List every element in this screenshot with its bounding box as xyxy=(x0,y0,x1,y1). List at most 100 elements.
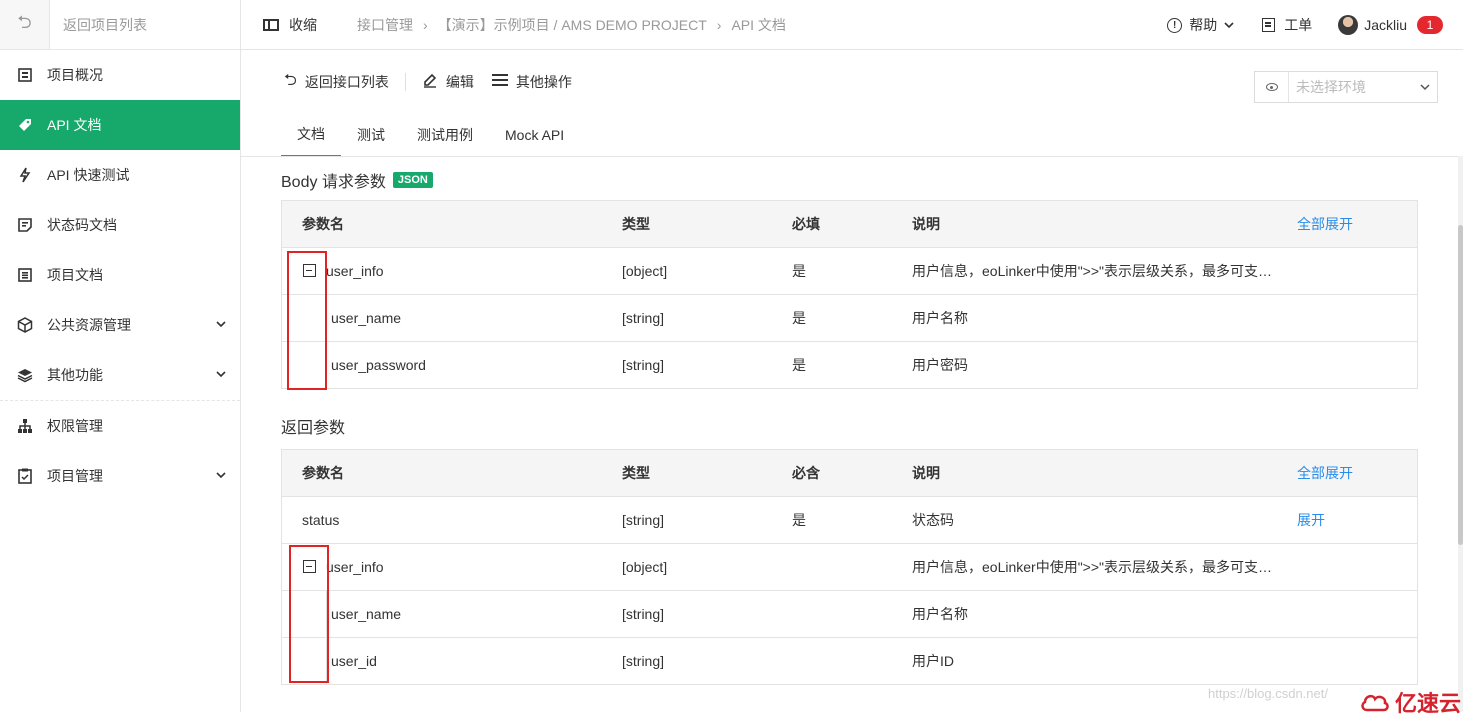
back-to-projects[interactable]: ⮌ 返回项目列表 xyxy=(0,0,240,50)
sidebar-item-overview[interactable]: 项目概况 xyxy=(0,50,240,100)
sidebar-item-project-management[interactable]: 项目管理 xyxy=(0,451,240,501)
table-header: 参数名 类型 必含 说明 全部展开 xyxy=(282,450,1417,496)
edit-button[interactable]: 编辑 xyxy=(422,72,474,93)
header-required: 必含 xyxy=(792,465,820,481)
sidebar-item-label: API 文档 xyxy=(47,117,102,133)
menu-icon xyxy=(491,73,508,92)
annotation-highlight-box xyxy=(287,251,327,390)
top-right-menu: ! 帮助 工单 Jackliu 1 xyxy=(1167,0,1463,50)
sidebar-item-other-features[interactable]: 其他功能 xyxy=(0,350,240,400)
header-name: 参数名 xyxy=(302,216,344,232)
chevron-down-icon xyxy=(1224,22,1234,29)
param-name: status xyxy=(302,512,340,528)
back-arrow-icon: ⮌ xyxy=(284,71,297,89)
tabs-divider xyxy=(241,156,1458,157)
header-type: 类型 xyxy=(622,216,650,232)
annotation-highlight-box xyxy=(289,545,329,683)
breadcrumb-separator-icon: › xyxy=(716,16,722,33)
header-desc: 说明 xyxy=(912,465,940,481)
param-desc: 用户信息，eoLinker中使用">>"表示层级关系，最多可支… xyxy=(912,559,1272,575)
sidebar-item-api-quick-test[interactable]: API 快速测试 xyxy=(0,150,240,200)
environment-select[interactable]: 未选择环境 xyxy=(1254,71,1438,103)
return-params-table: 参数名 类型 必含 说明 全部展开 status [string] 是 状态码 … xyxy=(281,449,1418,685)
top-bar: 收缩 接口管理 › 【演示】示例项目 / AMS DEMO PROJECT › … xyxy=(241,0,1463,50)
collapse-button[interactable]: 收缩 xyxy=(263,15,317,35)
collapse-label: 收缩 xyxy=(289,16,317,33)
sidebar-item-permissions[interactable]: 权限管理 xyxy=(0,401,240,451)
collapse-icon xyxy=(263,18,279,31)
param-required: 是 xyxy=(792,512,806,528)
tab-test-cases[interactable]: 测试用例 xyxy=(401,113,489,157)
expand-link[interactable]: 展开 xyxy=(1297,510,1325,530)
sidebar-item-status-code-docs[interactable]: 状态码文档 xyxy=(0,200,240,250)
user-menu[interactable]: Jackliu 1 xyxy=(1338,15,1443,35)
param-type: [string] xyxy=(622,310,665,326)
param-desc: 用户名称 xyxy=(912,606,968,622)
tab-docs[interactable]: 文档 xyxy=(281,113,341,157)
table-header: 参数名 类型 必填 说明 全部展开 xyxy=(282,201,1417,247)
more-actions-button[interactable]: 其他操作 xyxy=(491,72,572,92)
param-type: [object] xyxy=(622,559,668,575)
sidebar-item-public-resources[interactable]: 公共资源管理 xyxy=(0,300,240,350)
header-desc: 说明 xyxy=(912,216,940,232)
cube-icon xyxy=(17,317,33,333)
doc-icon xyxy=(17,267,33,283)
table-row: user_info [object] 是 用户信息，eoLinker中使用">>… xyxy=(282,247,1417,294)
header-name: 参数名 xyxy=(302,465,344,481)
help-label: 帮助 xyxy=(1189,17,1218,33)
hierarchy-icon xyxy=(17,418,33,434)
breadcrumb-item: API 文档 xyxy=(731,16,786,33)
param-type: [string] xyxy=(622,653,665,669)
tab-test[interactable]: 测试 xyxy=(341,113,401,157)
sidebar-item-label: 项目概况 xyxy=(47,67,103,83)
overview-icon xyxy=(17,67,33,83)
brand-logo: 亿速云 xyxy=(1360,686,1461,718)
more-actions-label: 其他操作 xyxy=(515,74,572,90)
clipboard-icon xyxy=(17,468,33,484)
body-params-table: 参数名 类型 必填 说明 全部展开 user_info [object] 是 用… xyxy=(281,200,1418,389)
return-params-title: 返回参数 xyxy=(281,414,345,438)
param-required: 是 xyxy=(792,310,806,326)
return-params-title-text: 返回参数 xyxy=(281,420,346,437)
layers-icon xyxy=(17,367,33,383)
table-row: user_password [string] 是 用户密码 xyxy=(282,341,1417,389)
sidebar-item-label: 项目管理 xyxy=(47,468,103,484)
param-required: 是 xyxy=(792,357,806,373)
param-name: user_info xyxy=(326,263,384,279)
body-params-title-text: Body 请求参数 xyxy=(281,174,386,191)
breadcrumb-item[interactable]: 接口管理 xyxy=(357,15,413,35)
scrollbar-thumb[interactable] xyxy=(1458,225,1463,545)
breadcrumb: 接口管理 › 【演示】示例项目 / AMS DEMO PROJECT › API… xyxy=(357,15,786,35)
help-menu[interactable]: ! 帮助 xyxy=(1167,15,1236,35)
workorder-label: 工单 xyxy=(1284,17,1313,33)
param-type: [string] xyxy=(622,512,665,528)
user-name: Jackliu xyxy=(1364,17,1407,33)
cloud-logo-icon xyxy=(1361,694,1389,712)
edit-label: 编辑 xyxy=(445,74,474,90)
back-to-api-list-button[interactable]: ⮌ 返回接口列表 xyxy=(284,69,389,96)
param-desc: 用户密码 xyxy=(912,357,968,373)
table-row: user_name [string] 是 用户名称 xyxy=(282,294,1417,342)
sidebar-item-label: 项目文档 xyxy=(47,267,103,283)
workorder-button[interactable]: 工单 xyxy=(1262,15,1312,35)
expand-all-link[interactable]: 全部展开 xyxy=(1297,214,1353,234)
environment-placeholder: 未选择环境 xyxy=(1296,79,1366,95)
param-desc: 用户ID xyxy=(912,653,954,669)
tag-icon xyxy=(17,117,33,133)
back-to-projects-label: 返回项目列表 xyxy=(63,16,147,33)
param-name: user_name xyxy=(331,606,402,622)
expand-all-link[interactable]: 全部展开 xyxy=(1297,463,1353,483)
pencil-icon xyxy=(422,72,438,93)
tab-mock-api[interactable]: Mock API xyxy=(489,113,580,157)
chevron-down-icon xyxy=(1413,80,1437,94)
lightning-icon xyxy=(17,167,33,183)
chevron-down-icon xyxy=(216,321,226,328)
sidebar-item-label: 公共资源管理 xyxy=(47,317,131,333)
sidebar-item-project-docs[interactable]: 项目文档 xyxy=(0,250,240,300)
sidebar-item-api-docs[interactable]: API 文档 xyxy=(0,100,240,150)
back-arrow-icon: ⮌ xyxy=(0,0,50,49)
notification-badge[interactable]: 1 xyxy=(1417,16,1443,34)
table-row: user_id [string] 用户ID xyxy=(282,637,1417,685)
param-required: 是 xyxy=(792,263,806,279)
breadcrumb-item[interactable]: 【演示】示例项目 / AMS DEMO PROJECT xyxy=(438,15,707,35)
